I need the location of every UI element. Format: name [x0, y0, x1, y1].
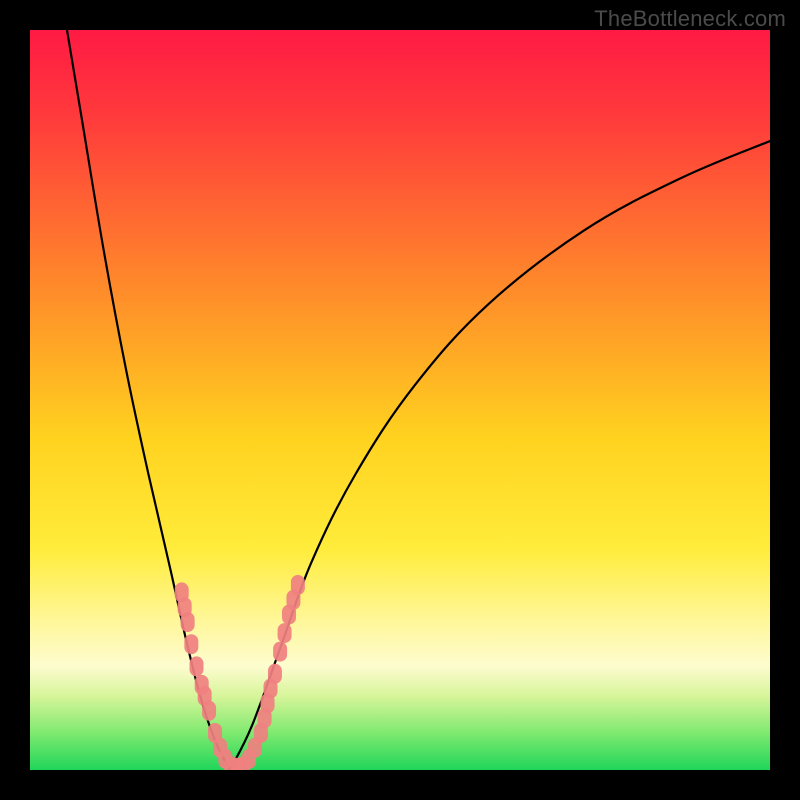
marker	[202, 701, 216, 721]
series-right-curve	[230, 141, 770, 770]
marker	[181, 612, 195, 632]
marker	[291, 575, 305, 595]
marker	[184, 634, 198, 654]
marker	[273, 642, 287, 662]
plot-area	[30, 30, 770, 770]
chart-frame: TheBottleneck.com	[0, 0, 800, 800]
curves-layer	[30, 30, 770, 770]
series-left-curve	[67, 30, 230, 770]
marker	[268, 664, 282, 684]
watermark-text: TheBottleneck.com	[594, 6, 786, 32]
marker	[190, 656, 204, 676]
marker	[278, 623, 292, 643]
